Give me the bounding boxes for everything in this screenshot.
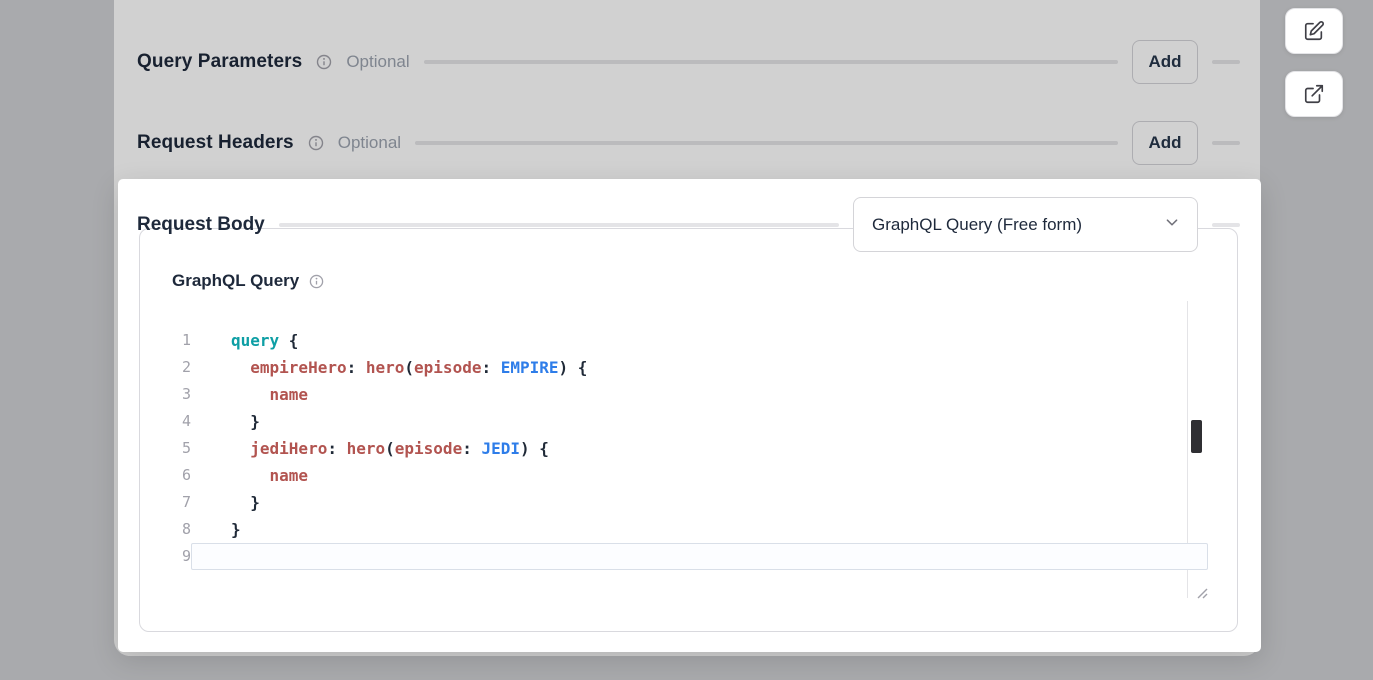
external-link-icon <box>1303 83 1325 105</box>
chevron-down-icon <box>1161 211 1183 238</box>
request-body-header: Request Body GraphQL Query (Free form) <box>137 197 1240 252</box>
request-body-title: Request Body <box>137 214 265 236</box>
line-number: 6 <box>161 462 191 489</box>
edit-icon <box>1303 20 1325 42</box>
code-line[interactable]: 3 name <box>161 381 1208 408</box>
line-content: name <box>191 462 1208 489</box>
code-line[interactable]: 5 jediHero: hero(episode: JEDI) { <box>161 435 1208 462</box>
line-number: 1 <box>161 327 191 354</box>
code-line[interactable]: 1query { <box>161 327 1208 354</box>
code-lines[interactable]: 1query {2 empireHero: hero(episode: EMPI… <box>161 327 1208 570</box>
code-line[interactable]: 7 } <box>161 489 1208 516</box>
line-number: 5 <box>161 435 191 462</box>
line-number: 9 <box>161 543 191 570</box>
line-content <box>191 543 1208 570</box>
edit-button[interactable] <box>1285 8 1343 54</box>
graphql-query-label: GraphQL Query <box>172 271 299 291</box>
line-number: 4 <box>161 408 191 435</box>
line-content: } <box>191 408 1208 435</box>
line-number: 7 <box>161 489 191 516</box>
code-line[interactable]: 6 name <box>161 462 1208 489</box>
line-content: jediHero: hero(episode: JEDI) { <box>191 435 1208 462</box>
open-external-button[interactable] <box>1285 71 1343 117</box>
info-icon <box>309 274 324 289</box>
divider-rule <box>279 223 839 227</box>
code-line[interactable]: 4 } <box>161 408 1208 435</box>
editor-scrollbar-thumb[interactable] <box>1191 420 1202 453</box>
code-line[interactable]: 9 <box>161 543 1208 570</box>
divider-rule <box>1212 223 1240 227</box>
line-content: } <box>191 516 1208 543</box>
line-number: 8 <box>161 516 191 543</box>
line-content: empireHero: hero(episode: EMPIRE) { <box>191 354 1208 381</box>
graphql-query-label-row: GraphQL Query <box>172 271 324 291</box>
line-number: 2 <box>161 354 191 381</box>
code-line[interactable]: 2 empireHero: hero(episode: EMPIRE) { <box>161 354 1208 381</box>
line-number: 3 <box>161 381 191 408</box>
body-type-selected-value: GraphQL Query (Free form) <box>872 215 1082 235</box>
code-line[interactable]: 8} <box>161 516 1208 543</box>
graphql-query-container: GraphQL Query 1query {2 empireHero: hero… <box>139 228 1238 632</box>
request-body-panel: Request Body GraphQL Query (Free form) G… <box>118 179 1261 652</box>
line-content: } <box>191 489 1208 516</box>
graphql-query-editor[interactable]: 1query {2 empireHero: hero(episode: EMPI… <box>161 301 1208 598</box>
body-type-select[interactable]: GraphQL Query (Free form) <box>853 197 1198 252</box>
line-content: query { <box>191 327 1208 354</box>
resize-grip[interactable] <box>1194 584 1208 598</box>
line-content: name <box>191 381 1208 408</box>
